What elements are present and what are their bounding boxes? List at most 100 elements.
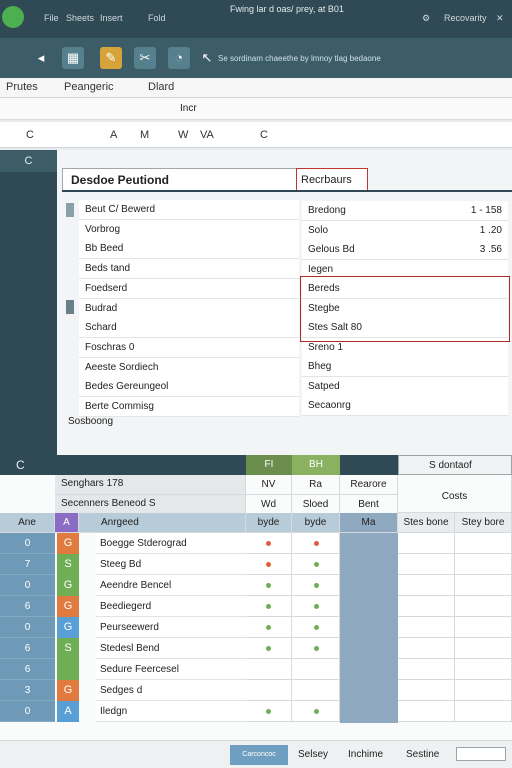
settings-icon[interactable]: ⚙ [422, 13, 430, 24]
status-cell[interactable] [246, 680, 292, 701]
cost-cell[interactable] [398, 638, 455, 659]
hdr-ane[interactable]: Ane [0, 513, 55, 533]
cost-cell[interactable] [455, 596, 512, 617]
cost-cell[interactable] [398, 554, 455, 575]
hdr-name[interactable]: Anrgeed [79, 513, 246, 533]
left-list-item[interactable]: Bedes Gereungeol [79, 377, 299, 398]
right-list-item[interactable]: Solo 1 .20 [302, 220, 508, 241]
hdr-byde-2[interactable]: byde [292, 513, 340, 533]
menu-insert[interactable]: Insert [100, 13, 123, 23]
cost-cell[interactable] [398, 596, 455, 617]
left-list-item[interactable]: Beut C/ Bewerd [79, 200, 299, 220]
tools-icon[interactable]: ✂ [134, 47, 156, 69]
close-icon[interactable]: ✕ [496, 13, 504, 24]
status-item-3[interactable]: Sestine [406, 749, 439, 760]
status-dot-icon [266, 583, 271, 588]
cost-cell[interactable] [455, 617, 512, 638]
row-number[interactable]: 0 [0, 533, 55, 554]
grid-icon[interactable]: ▦ [62, 47, 84, 69]
hdr-byde-1[interactable]: byde [246, 513, 292, 533]
right-list-item[interactable]: Secaonrg [302, 396, 508, 416]
row-name[interactable]: Sedges d [96, 680, 246, 701]
right-list-item[interactable]: Bredong 1 - 158 [302, 201, 508, 221]
status-item-0[interactable]: Carconcoc [230, 745, 288, 765]
cost-cell[interactable] [455, 701, 512, 722]
cost-cell[interactable] [398, 617, 455, 638]
cell-ref-a[interactable]: A [110, 129, 117, 141]
app-logo-icon[interactable] [2, 6, 24, 28]
status-cell[interactable] [292, 659, 340, 680]
row-number[interactable]: 3 [0, 680, 55, 701]
hdr-stes[interactable]: Stes bone [398, 513, 455, 533]
cursor-icon[interactable]: ↖ [196, 47, 218, 69]
tab-peangeric[interactable]: Peangeric [64, 81, 114, 93]
cost-cell[interactable] [455, 659, 512, 680]
cell-ref-c[interactable]: C [26, 129, 34, 141]
cost-cell[interactable] [398, 659, 455, 680]
right-list-item[interactable]: Bheg [302, 357, 508, 377]
cell-ref-w[interactable]: W [178, 129, 188, 141]
row-name[interactable]: Stedesl Bend [96, 638, 246, 659]
chart-icon[interactable]: ◔ [168, 47, 190, 69]
recover-link[interactable]: Recovarity [444, 13, 487, 23]
row-name[interactable]: Boegge Stderograd [96, 533, 246, 554]
row-name[interactable]: Iledgn [96, 701, 246, 722]
cost-cell[interactable] [455, 533, 512, 554]
right-list-item[interactable]: Gelous Bd 3 .56 [302, 240, 508, 260]
menu-file[interactable]: File [44, 13, 59, 23]
menu-sheets[interactable]: Sheets [66, 13, 94, 23]
row-number[interactable]: 0 [0, 575, 55, 596]
row-number[interactable]: 0 [0, 617, 55, 638]
left-list-item[interactable]: Foedserd [79, 278, 299, 299]
row-number[interactable]: 0 [0, 701, 55, 722]
panel-b-title[interactable]: Recrbaurs [296, 168, 368, 192]
left-list-item[interactable]: Foschras 0 [79, 337, 299, 358]
row-name[interactable]: Steeg Bd [96, 554, 246, 575]
hdr-stey[interactable]: Stey bore [455, 513, 512, 533]
left-list-item[interactable]: Bb Beed [79, 239, 299, 260]
left-list-item[interactable]: Vorbrog [79, 219, 299, 240]
col-header-bh[interactable]: BH [292, 455, 340, 475]
row-name[interactable]: Peurseewerd [96, 617, 246, 638]
menu-fold[interactable]: Fold [148, 13, 166, 23]
cost-cell[interactable] [398, 533, 455, 554]
cost-cell[interactable] [398, 680, 455, 701]
right-list-item[interactable]: Satped [302, 376, 508, 397]
cell-ref-m[interactable]: M [140, 129, 149, 141]
row-number[interactable]: 6 [0, 659, 55, 680]
status-cell[interactable] [246, 659, 292, 680]
cell-ref-va[interactable]: VA [200, 129, 214, 141]
left-list-item[interactable]: Budrad [79, 298, 299, 319]
collapse-icon[interactable]: ◂ [34, 47, 48, 69]
row-number[interactable]: 6 [0, 638, 55, 659]
hdr-ma[interactable]: Ma [340, 513, 398, 533]
left-list-item[interactable]: Beds tand [79, 259, 299, 280]
cost-cell[interactable] [455, 575, 512, 596]
cost-cell[interactable] [398, 701, 455, 722]
left-list-item[interactable]: Aeeste Sordiech [79, 357, 299, 378]
sub-tab-label[interactable]: Incr [180, 103, 197, 114]
col-header-fi[interactable]: FI [246, 455, 292, 475]
status-item-2[interactable]: Inchime [348, 749, 383, 760]
tab-prutes[interactable]: Prutes [6, 81, 38, 93]
cost-cell[interactable] [455, 680, 512, 701]
cost-cell[interactable] [455, 638, 512, 659]
status-item-1[interactable]: Selsey [298, 749, 328, 760]
row-name[interactable]: Aeendre Bencel [96, 575, 246, 596]
cell-ref-c2[interactable]: C [260, 129, 268, 141]
cost-cell[interactable] [455, 554, 512, 575]
zoom-slider[interactable] [456, 747, 506, 761]
search-box[interactable]: S dontaof [398, 455, 512, 475]
left-list-item[interactable]: Schard [79, 318, 299, 339]
row-name[interactable]: Sedure Feercesel [96, 659, 246, 680]
row-number[interactable]: 6 [0, 596, 55, 617]
cost-cell[interactable] [398, 575, 455, 596]
left-list-item[interactable]: Berte Commisg [79, 397, 299, 417]
tab-dlard[interactable]: Dlard [148, 81, 174, 93]
status-cell[interactable] [292, 680, 340, 701]
row-number[interactable]: 7 [0, 554, 55, 575]
row-name[interactable]: Beediegerd [96, 596, 246, 617]
hdr-a[interactable]: A [55, 513, 79, 533]
paint-icon[interactable]: ✎ [100, 47, 122, 69]
status-dot-icon [314, 541, 319, 546]
